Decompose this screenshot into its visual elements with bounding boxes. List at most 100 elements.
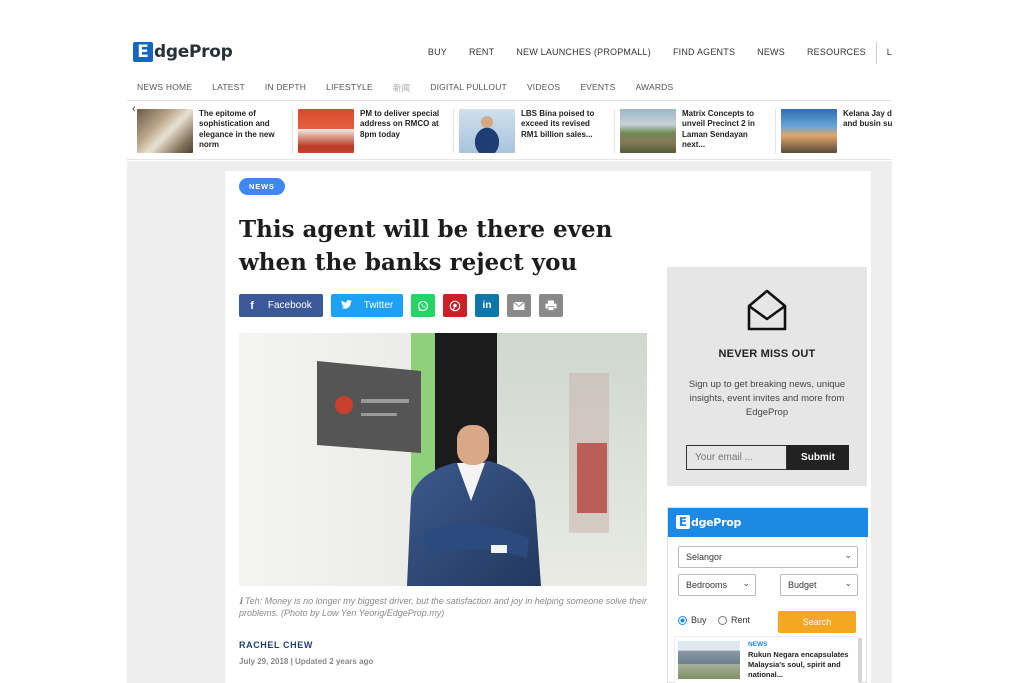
ticker-item[interactable]: Matrix Concepts to unveil Precinct 2 in … bbox=[620, 109, 775, 155]
widget-scrollbar[interactable] bbox=[858, 638, 862, 682]
ticker-thumbnail bbox=[781, 109, 837, 153]
logo-wordmark: dgeProp bbox=[154, 42, 233, 62]
category-badge[interactable]: NEWS bbox=[239, 178, 285, 195]
subnav-videos[interactable]: VIDEOS bbox=[527, 82, 560, 94]
property-search-button[interactable]: Search bbox=[778, 611, 856, 633]
site-header: E dgeProp BUY RENT NEW LAUNCHES (PROPMAL… bbox=[127, 38, 892, 70]
state-select[interactable]: Selangor ⌄ bbox=[678, 546, 858, 568]
newsletter-signup: NEVER MISS OUT Sign up to get breaking n… bbox=[667, 267, 867, 486]
widget-header: E dgeProp bbox=[668, 508, 868, 537]
ticker-title: The epitome of sophistication and elegan… bbox=[199, 109, 275, 149]
nav-divider bbox=[875, 42, 877, 64]
envelope-icon bbox=[513, 301, 525, 310]
print-button[interactable] bbox=[539, 294, 563, 317]
subnav-news-home[interactable]: NEWS HOME bbox=[137, 82, 192, 94]
widget-logo-mark: E bbox=[676, 515, 690, 529]
article-hero-photo bbox=[239, 333, 647, 586]
property-search-widget: E dgeProp Selangor ⌄ Bedrooms ⌄ Budget ⌄ bbox=[667, 507, 868, 683]
subnav-latest[interactable]: LATEST bbox=[212, 82, 245, 94]
main-nav: BUY RENT NEW LAUNCHES (PROPMALL) FIND AG… bbox=[406, 42, 892, 64]
linkedin-share-button[interactable]: in bbox=[475, 294, 499, 317]
browser-page: E dgeProp BUY RENT NEW LAUNCHES (PROPMAL… bbox=[127, 38, 892, 683]
radio-unselected-icon bbox=[718, 615, 727, 625]
ticker-divider bbox=[775, 109, 776, 153]
widget-news-item[interactable]: NEWS Rukun Negara encapsulates Malaysia'… bbox=[674, 636, 860, 683]
ticker-title: LBS Bina poised to exceed its revised RM… bbox=[521, 109, 595, 139]
facebook-share-button[interactable]: f Facebook bbox=[239, 294, 323, 317]
ticker-thumbnail bbox=[137, 109, 193, 153]
news-sub-nav: NEWS HOME LATEST IN DEPTH LIFESTYLE 新闻 D… bbox=[137, 82, 693, 94]
ticker-item[interactable]: The epitome of sophistication and elegan… bbox=[137, 109, 292, 155]
news-ticker: ‹ The epitome of sophistication and eleg… bbox=[127, 100, 892, 160]
email-share-button[interactable] bbox=[507, 294, 531, 317]
ticker-prev-icon[interactable]: ‹ bbox=[132, 103, 136, 115]
nav-login-truncated[interactable]: L bbox=[887, 47, 892, 64]
share-bar: f Facebook Twitter in bbox=[239, 294, 571, 317]
logo-mark: E bbox=[133, 42, 153, 62]
twitter-label: Twitter bbox=[363, 300, 394, 311]
buy-radio[interactable]: Buy bbox=[678, 615, 707, 625]
photo-caption: ℹ Teh: Money is no longer my biggest dri… bbox=[239, 596, 647, 618]
news-thumbnail bbox=[678, 641, 740, 679]
whatsapp-share-button[interactable] bbox=[411, 294, 435, 317]
budget-select[interactable]: Budget ⌄ bbox=[780, 574, 858, 596]
news-title: Rukun Negara encapsulates Malaysia's sou… bbox=[748, 650, 849, 679]
linkedin-icon: in bbox=[482, 300, 492, 311]
nav-news[interactable]: NEWS bbox=[757, 47, 785, 64]
whatsapp-icon bbox=[417, 300, 429, 311]
newsletter-title: NEVER MISS OUT bbox=[718, 348, 816, 360]
ticker-thumbnail bbox=[298, 109, 354, 153]
subnav-chinese-news[interactable]: 新闻 bbox=[393, 82, 410, 94]
edgeprop-logo[interactable]: E dgeProp bbox=[133, 42, 233, 62]
ticker-divider bbox=[453, 109, 454, 153]
ticker-divider bbox=[614, 109, 615, 153]
pinterest-share-button[interactable] bbox=[443, 294, 467, 317]
ticker-item[interactable]: Kelana Jay dynamic h and busin suburb bbox=[781, 109, 892, 155]
twitter-icon bbox=[340, 299, 352, 312]
chevron-down-icon: ⌄ bbox=[844, 578, 852, 588]
nav-rent[interactable]: RENT bbox=[469, 47, 494, 64]
facebook-icon: f bbox=[250, 299, 254, 312]
article-card: NEWS This agent will be there even when … bbox=[225, 171, 871, 683]
chevron-down-icon: ⌄ bbox=[742, 578, 750, 588]
bedrooms-select-value: Bedrooms bbox=[686, 580, 728, 590]
twitter-share-button[interactable]: Twitter bbox=[331, 294, 403, 317]
nav-find-agents[interactable]: FIND AGENTS bbox=[673, 47, 735, 64]
newsletter-email-input[interactable] bbox=[686, 445, 787, 470]
rent-radio-label: Rent bbox=[731, 615, 751, 625]
radio-selected-icon bbox=[678, 615, 687, 625]
newsletter-description: Sign up to get breaking news, unique ins… bbox=[688, 379, 846, 418]
nav-resources[interactable]: RESOURCES bbox=[807, 47, 866, 64]
state-select-value: Selangor bbox=[686, 552, 723, 562]
nav-buy[interactable]: BUY bbox=[428, 47, 447, 64]
ticker-title: Matrix Concepts to unveil Precinct 2 in … bbox=[682, 109, 755, 149]
ticker-item[interactable]: LBS Bina poised to exceed its revised RM… bbox=[459, 109, 614, 155]
newsletter-submit-button[interactable]: Submit bbox=[787, 445, 849, 470]
budget-select-value: Budget bbox=[788, 580, 817, 590]
widget-logo-wordmark: dgeProp bbox=[691, 515, 742, 529]
chevron-down-icon: ⌄ bbox=[844, 550, 852, 560]
subnav-events[interactable]: EVENTS bbox=[580, 82, 615, 94]
rent-radio[interactable]: Rent bbox=[718, 615, 750, 625]
ticker-divider bbox=[292, 109, 293, 153]
article-headline: This agent will be there even when the b… bbox=[239, 216, 613, 276]
subnav-lifestyle[interactable]: LIFESTYLE bbox=[326, 82, 373, 94]
nav-new-launches[interactable]: NEW LAUNCHES (PROPMALL) bbox=[516, 47, 651, 64]
buy-radio-label: Buy bbox=[691, 615, 707, 625]
bedrooms-select[interactable]: Bedrooms ⌄ bbox=[678, 574, 756, 596]
printer-icon bbox=[545, 300, 557, 311]
widget-logo: E dgeProp bbox=[676, 515, 741, 529]
subnav-digital-pullout[interactable]: DIGITAL PULLOUT bbox=[430, 82, 507, 94]
news-tag: NEWS bbox=[748, 641, 768, 648]
ticker-item[interactable]: PM to deliver special address on RMCO at… bbox=[298, 109, 453, 155]
subnav-awards[interactable]: AWARDS bbox=[635, 82, 673, 94]
subnav-in-depth[interactable]: IN DEPTH bbox=[265, 82, 306, 94]
widget-form: Selangor ⌄ Bedrooms ⌄ Budget ⌄ Buy Rent … bbox=[674, 544, 860, 634]
ticker-thumbnail bbox=[459, 109, 515, 153]
ticker-title: Kelana Jay dynamic h and busin suburb bbox=[843, 109, 892, 129]
pinterest-icon bbox=[449, 300, 461, 311]
publish-date: July 29, 2018 | Updated 2 years ago bbox=[239, 657, 374, 666]
open-envelope-icon bbox=[747, 289, 787, 331]
ticker-title: PM to deliver special address on RMCO at… bbox=[360, 109, 440, 139]
author-name[interactable]: RACHEL CHEW bbox=[239, 640, 313, 650]
